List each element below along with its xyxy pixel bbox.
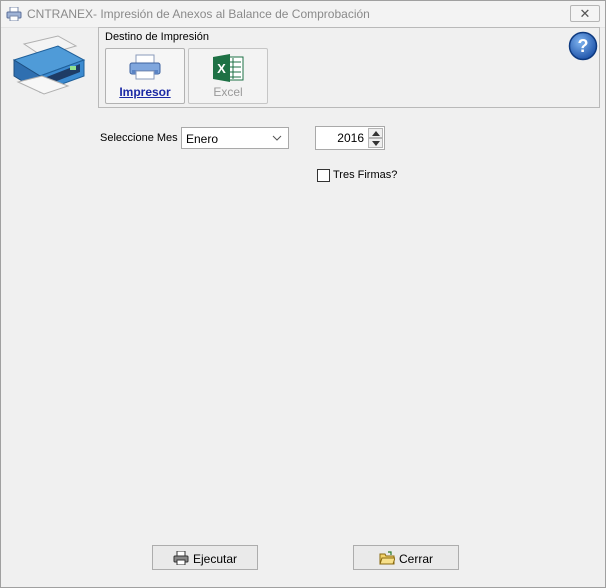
destino-group: Destino de Impresión Impresor X Excel	[98, 27, 600, 108]
close-icon: ✕	[579, 6, 591, 21]
printer-button[interactable]: Impresor	[105, 48, 185, 104]
large-printer-icon	[12, 35, 86, 95]
svg-text:?: ?	[578, 36, 589, 56]
svg-text:X: X	[217, 61, 226, 76]
mes-label: Seleccione Mes	[100, 132, 178, 144]
excel-icon: X	[213, 54, 244, 82]
help-icon[interactable]: ?	[568, 31, 598, 61]
tres-firmas-checkbox[interactable]	[317, 169, 330, 182]
ejecutar-label: Ejecutar	[192, 552, 238, 566]
mes-value: Enero	[186, 132, 219, 146]
destino-label: Destino de Impresión	[105, 31, 209, 43]
mes-select[interactable]: Enero	[181, 127, 289, 149]
year-value: 2016	[337, 131, 364, 145]
cerrar-label: Cerrar	[398, 552, 433, 566]
year-spinner[interactable]: 2016	[315, 126, 385, 150]
year-up-button[interactable]	[368, 128, 383, 138]
printer-icon	[6, 7, 22, 21]
year-down-button[interactable]	[368, 138, 383, 148]
window-title: CNTRANEX- Impresión de Anexos al Balance…	[27, 7, 370, 21]
tres-firmas-label[interactable]: Tres Firmas?	[333, 169, 397, 181]
chevron-down-icon[interactable]	[271, 132, 283, 144]
folder-icon	[379, 551, 396, 565]
cerrar-button[interactable]: Cerrar	[353, 545, 459, 570]
arrow-down-icon	[372, 141, 380, 146]
arrow-up-icon	[372, 131, 380, 136]
printer-label: Impresor	[119, 85, 171, 99]
title-bar[interactable]: CNTRANEX- Impresión de Anexos al Balance…	[1, 1, 605, 28]
excel-button[interactable]: X Excel	[188, 48, 268, 104]
printer-icon	[173, 550, 189, 566]
excel-label: Excel	[213, 85, 243, 99]
dialog-window: CNTRANEX- Impresión de Anexos al Balance…	[0, 0, 606, 588]
ejecutar-button[interactable]: Ejecutar	[152, 545, 258, 570]
close-button[interactable]: ✕	[570, 5, 600, 22]
printer-icon	[129, 54, 161, 80]
